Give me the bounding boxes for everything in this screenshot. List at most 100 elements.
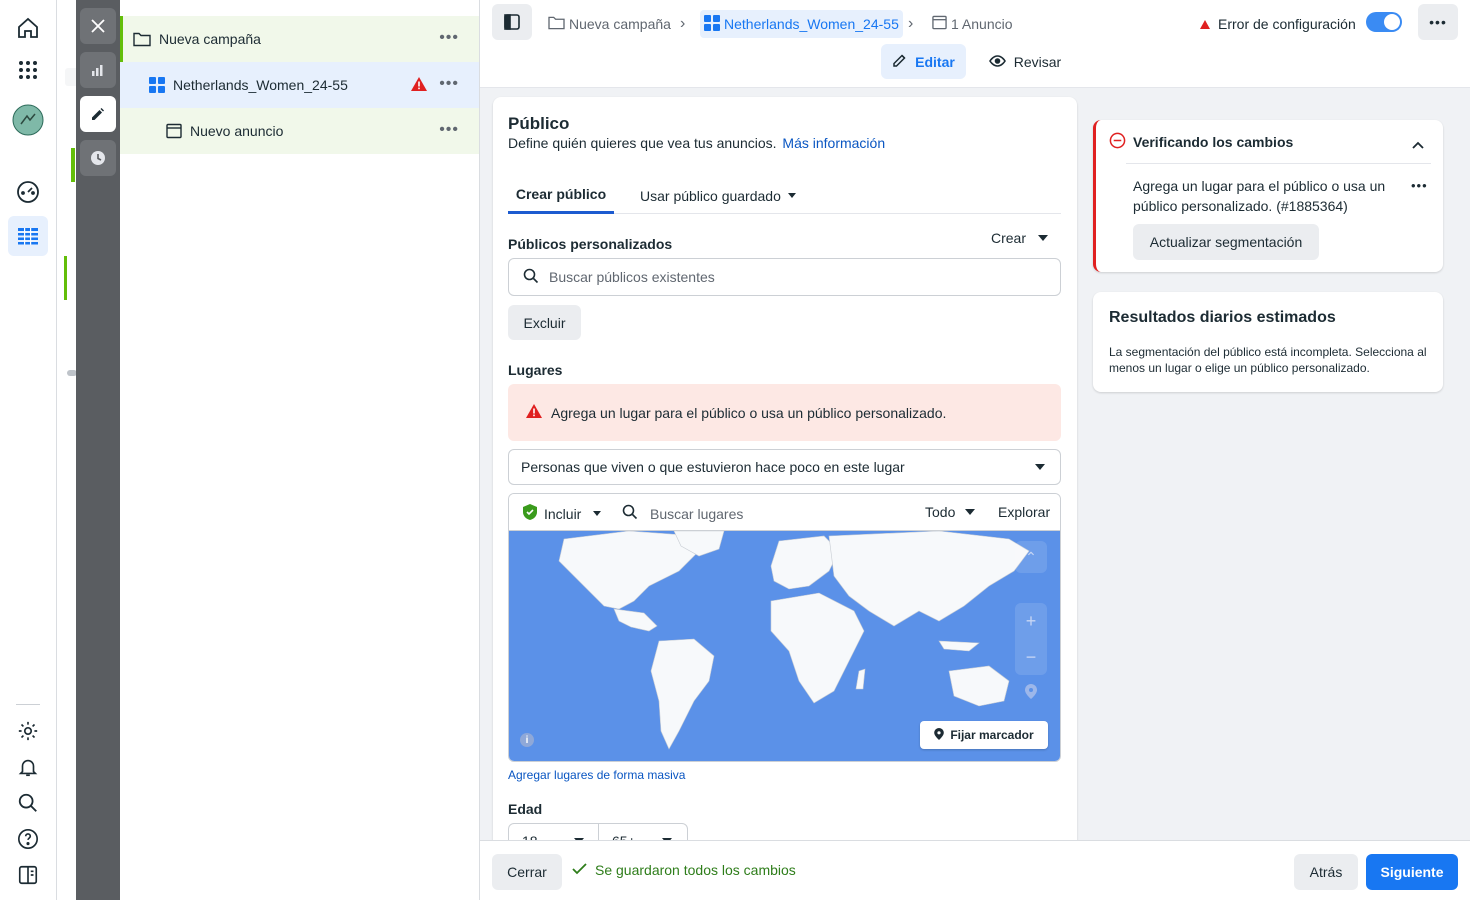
custom-audience-search[interactable]: Buscar públicos existentes — [508, 258, 1061, 296]
settings-gear-icon[interactable] — [14, 717, 42, 745]
age-label: Edad — [508, 801, 543, 817]
estimated-results-title: Resultados diarios estimados — [1109, 309, 1336, 326]
create-audience-label: Crear — [991, 230, 1027, 246]
drop-pin-button[interactable]: Fijar marcador — [920, 721, 1048, 749]
exclude-label: Excluir — [523, 314, 566, 331]
history-clock-icon[interactable] — [80, 140, 116, 176]
tree-item-adset[interactable]: Netherlands_Women_24-55 ••• — [120, 62, 479, 108]
error-circle-icon — [1109, 132, 1126, 152]
map-zoom-controls[interactable]: + − — [1015, 603, 1047, 675]
config-error-label: Error de configuración — [1218, 16, 1356, 32]
side-panel-toggle-icon[interactable] — [14, 861, 42, 889]
saved-status: Se guardaron todos los cambios — [572, 862, 796, 878]
search-icon — [523, 268, 539, 287]
campaign-toggle-switch[interactable] — [1366, 12, 1402, 32]
edit-pencil-icon — [892, 52, 908, 71]
caret-down-icon — [965, 509, 976, 515]
close-label: Cerrar — [507, 864, 547, 880]
review-mode-label: Revisar — [1013, 53, 1062, 70]
location-type-value: Personas que viven o que estuvieron hace… — [521, 459, 905, 475]
breadcrumb-ads-label: 1 Anuncio — [951, 16, 1013, 32]
panel-toggle-button[interactable] — [492, 4, 532, 40]
location-type-select[interactable]: Personas que viven o que estuvieron hace… — [508, 449, 1061, 485]
pin-icon — [934, 727, 945, 743]
more-options-icon[interactable]: ••• — [439, 122, 459, 138]
edit-pencil-icon[interactable] — [80, 96, 116, 132]
tab-create-audience[interactable]: Crear público — [508, 177, 614, 214]
more-options-icon[interactable]: ••• — [439, 76, 459, 92]
exclude-button[interactable]: Excluir — [508, 305, 581, 340]
charts-icon[interactable] — [80, 52, 116, 88]
map-collapse-chevron-icon[interactable]: ⌃ — [1015, 541, 1047, 573]
next-button[interactable]: Siguiente — [1366, 854, 1458, 890]
audience-description: Define quién quieres que vea tus anuncio… — [508, 135, 885, 151]
tab-saved-audience[interactable]: Usar público guardado — [640, 177, 796, 214]
error-warning-icon — [410, 76, 428, 92]
help-question-icon[interactable] — [14, 825, 42, 853]
adset-grid-icon — [704, 14, 720, 34]
edit-mode-tab[interactable]: Editar — [881, 44, 966, 79]
breadcrumb-ads[interactable]: 1 Anuncio — [932, 10, 1013, 38]
apps-grid-icon[interactable] — [14, 56, 42, 84]
breadcrumb-adset-label: Netherlands_Women_24-55 — [724, 16, 899, 32]
account-avatar[interactable] — [12, 104, 44, 136]
estimated-results-card: Resultados diarios estimados La segmenta… — [1093, 292, 1443, 392]
verification-card: Verificando los cambios Agrega un lugar … — [1093, 120, 1443, 272]
folder-icon — [133, 31, 151, 47]
explore-button[interactable]: Explorar — [998, 504, 1050, 520]
dashboard-gauge-icon[interactable] — [14, 178, 42, 206]
more-options-icon[interactable]: ••• — [1411, 178, 1428, 193]
tree-item-campaign[interactable]: Nueva campaña ••• — [120, 16, 479, 62]
update-targeting-label: Actualizar segmentación — [1149, 234, 1303, 250]
location-scope-dropdown[interactable]: Todo — [925, 504, 976, 520]
error-triangle-icon — [1200, 16, 1210, 32]
chevron-up-icon[interactable] — [1412, 136, 1424, 152]
close-editor-button[interactable] — [80, 8, 116, 44]
zoom-out-icon[interactable]: − — [1015, 639, 1047, 675]
warning-triangle-icon — [525, 403, 543, 422]
config-error-status[interactable]: Error de configuración — [1200, 10, 1356, 38]
notifications-bell-icon[interactable] — [14, 753, 42, 781]
tree-adset-label: Netherlands_Women_24-55 — [173, 77, 348, 93]
audience-description-text: Define quién quieres que vea tus anuncio… — [508, 135, 777, 151]
world-map[interactable]: ⌃ + − i Fijar marcador — [509, 530, 1060, 761]
more-options-icon[interactable]: ••• — [439, 30, 459, 46]
close-button[interactable]: Cerrar — [492, 854, 562, 890]
zoom-in-icon[interactable]: + — [1015, 603, 1047, 639]
breadcrumb-adset[interactable]: Netherlands_Women_24-55 — [700, 10, 903, 38]
location-warning-banner: Agrega un lugar para el público o usa un… — [508, 384, 1061, 441]
tree-item-ad[interactable]: Nuevo anuncio ••• — [120, 108, 479, 154]
header-more-options-button[interactable]: ••• — [1418, 4, 1458, 40]
review-mode-tab[interactable]: Revisar — [980, 44, 1070, 79]
chevron-right-icon: › — [680, 15, 686, 32]
more-info-link[interactable]: Más información — [782, 135, 885, 151]
green-shield-check-icon — [523, 504, 537, 523]
caret-down-icon — [593, 511, 602, 516]
include-dropdown[interactable]: Incluir — [523, 504, 602, 523]
bulk-add-locations-link[interactable]: Agregar lugares de forma masiva — [508, 768, 685, 782]
create-audience-dropdown[interactable]: Crear — [991, 230, 1049, 246]
back-label: Atrás — [1309, 864, 1343, 880]
location-search-row: Incluir Buscar lugares Todo Explorar — [509, 494, 1060, 531]
global-nav — [0, 0, 57, 900]
places-search-input[interactable]: Buscar lugares — [622, 504, 902, 523]
home-icon[interactable] — [14, 14, 42, 42]
caret-down-icon — [1035, 464, 1045, 470]
tab-saved-audience-label: Usar público guardado — [640, 187, 781, 204]
custom-audiences-label: Públicos personalizados — [508, 236, 673, 252]
ad-page-icon — [932, 15, 947, 33]
custom-audience-search-placeholder: Buscar públicos existentes — [549, 269, 715, 285]
location-map-box: Incluir Buscar lugares Todo Explorar ⌃ +… — [508, 493, 1061, 762]
update-targeting-button[interactable]: Actualizar segmentación — [1133, 224, 1319, 260]
saved-status-label: Se guardaron todos los cambios — [595, 862, 796, 878]
map-info-icon[interactable]: i — [520, 733, 534, 747]
checkmark-icon — [572, 862, 587, 878]
ads-manager-table-icon[interactable] — [14, 222, 42, 250]
verification-title: Verificando los cambios — [1133, 134, 1294, 150]
search-icon[interactable] — [14, 789, 42, 817]
back-button[interactable]: Atrás — [1294, 854, 1358, 890]
audience-title: Público — [508, 114, 570, 133]
ad-page-icon — [166, 123, 182, 139]
map-location-pin-icon[interactable] — [1015, 675, 1047, 707]
breadcrumb-campaign[interactable]: Nueva campaña — [548, 10, 671, 38]
